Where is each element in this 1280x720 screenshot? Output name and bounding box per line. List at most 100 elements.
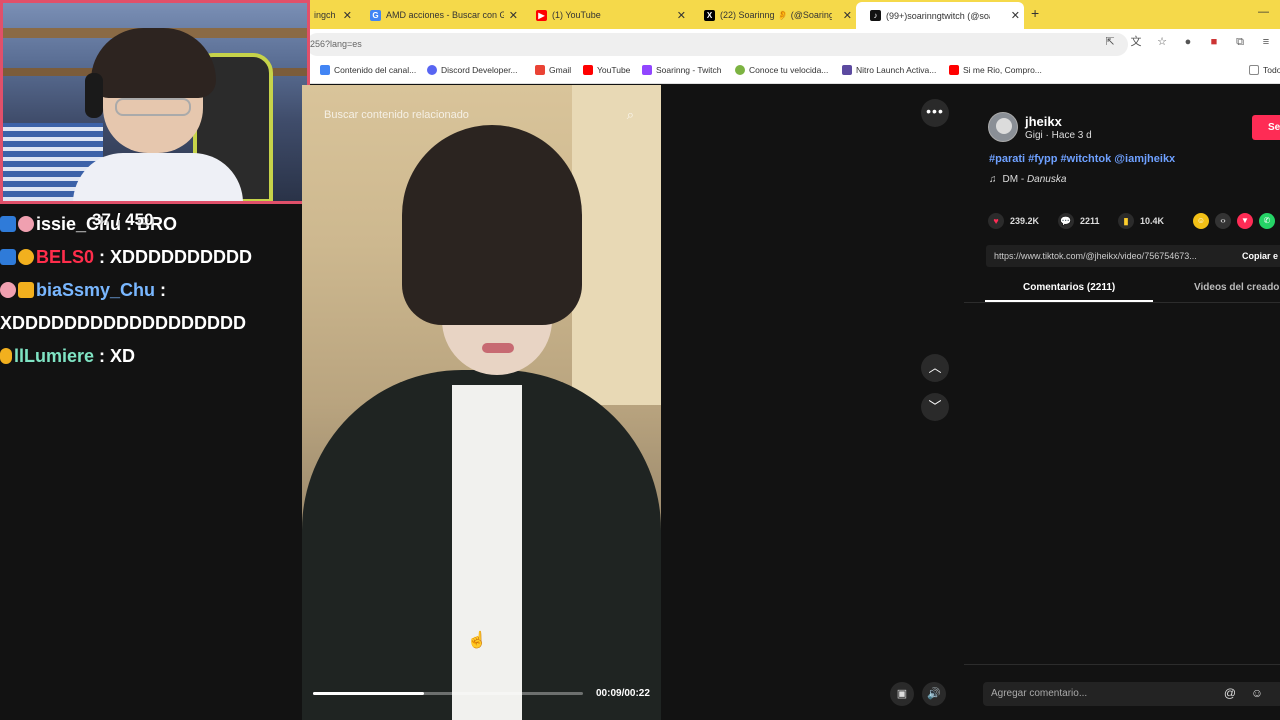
bits-badge-icon <box>18 249 34 265</box>
wall <box>572 85 661 405</box>
bookmark-label: Contenido del canal... <box>334 65 417 75</box>
bookmark-label: Gmail <box>549 65 572 75</box>
previous-video-button[interactable]: ︿ <box>921 354 949 382</box>
headset <box>85 73 103 118</box>
tab-label: (22) Soarinng 👂 (@Soaringch <box>720 9 832 20</box>
tab-close-icon[interactable]: ✕ <box>843 9 852 22</box>
tab-label: ingch <box>314 10 336 20</box>
share-icon[interactable]: ☺ <box>1193 213 1209 229</box>
install-icon[interactable]: ⇱ <box>1104 36 1116 48</box>
url-field[interactable]: 256?lang=es <box>306 33 1128 56</box>
comment-input[interactable]: Agregar comentario... @ ☺ <box>983 682 1280 706</box>
bookmark-label: Nitro Launch Activa... <box>856 65 937 75</box>
video-progress-bar[interactable] <box>313 692 583 695</box>
volume-button[interactable]: 🔊 <box>922 682 946 706</box>
streamer-shirt <box>73 153 243 201</box>
related-search-input[interactable]: Buscar contenido relacionado ⌕ <box>314 106 644 128</box>
more-options-button[interactable]: ••• <box>921 99 949 127</box>
puzzle-icon[interactable]: ⧉ <box>1234 36 1246 48</box>
sub-badge-icon <box>0 282 16 298</box>
video-progress-fill <box>313 692 424 695</box>
video-shirt <box>452 385 522 720</box>
next-video-button[interactable]: ﹀ <box>921 393 949 421</box>
extension-icon[interactable]: ■ <box>1208 36 1220 48</box>
search-icon[interactable]: ⌕ <box>627 107 634 123</box>
chat-message: biaSsmy_Chu : <box>0 274 302 307</box>
minimize-icon[interactable]: — <box>1258 6 1269 18</box>
url-text: 256?lang=es <box>310 39 362 49</box>
record-icon[interactable]: ● <box>1182 36 1194 48</box>
screen: ingch ✕ G AMD acciones - Buscar con Go ✕… <box>0 0 1280 720</box>
browser-tab-active[interactable]: ♪ (99+)soarinngtwitch (@soa ✕ <box>856 2 1024 29</box>
chevron-down-icon: ﹀ <box>928 399 942 414</box>
x-icon: X <box>704 9 715 21</box>
music-info[interactable]: ♫ DM - Danuska <box>989 174 1066 185</box>
comment-placeholder: Agregar comentario... <box>991 688 1088 699</box>
chevron-up-icon: ︿ <box>928 360 942 375</box>
bookmark[interactable]: Conoce tu velocida... <box>735 65 828 75</box>
bookmark[interactable]: YouTube <box>583 65 630 75</box>
follow-button[interactable]: Se <box>1252 115 1280 140</box>
mention-icon[interactable]: @ <box>1223 686 1237 700</box>
tab-creator-videos[interactable]: Videos del creador <box>1194 282 1280 293</box>
browser-tab[interactable]: ▶ (1) YouTube ✕ <box>522 4 690 26</box>
chat-message: BELS0 : XDDDDDDDDDD <box>0 241 302 274</box>
comment-stat[interactable]: 💬 2211 <box>1058 213 1100 229</box>
video-hair <box>402 125 582 325</box>
avatar[interactable] <box>988 112 1018 142</box>
google-icon: G <box>370 9 381 21</box>
copy-link-button[interactable]: Copiar e <box>1242 251 1278 261</box>
discord-icon <box>427 65 437 75</box>
tab-label: (99+)soarinngtwitch (@soa <box>886 10 990 21</box>
embed-icon[interactable]: ‹› <box>1215 213 1231 229</box>
divider <box>964 302 1280 303</box>
bookmark[interactable]: Nitro Launch Activa... <box>842 65 936 75</box>
new-tab-icon[interactable]: + <box>1031 5 1039 21</box>
streamer-hair <box>91 28 216 98</box>
bookmark[interactable]: Discord Developer... <box>427 65 518 75</box>
star-icon[interactable]: ☆ <box>1156 36 1168 48</box>
bookmark-folder[interactable]: Todo <box>1249 65 1280 75</box>
chat-text: XDDDDDDDDDDDDDDDDDD <box>0 313 246 333</box>
share-link[interactable]: https://www.tiktok.com/@jheikx/video/756… <box>994 251 1230 261</box>
tab-close-icon[interactable]: ✕ <box>509 9 518 22</box>
browser-tab[interactable]: G AMD acciones - Buscar con Go ✕ <box>356 4 522 26</box>
like-stat[interactable]: ♥ 239.2K <box>988 213 1039 229</box>
tab-close-icon[interactable]: ✕ <box>343 9 352 22</box>
send-icon[interactable]: ▼ <box>1237 213 1253 229</box>
youtube-icon <box>583 65 593 75</box>
gmail-icon <box>535 65 545 75</box>
folder-icon <box>1249 65 1259 75</box>
video-lips <box>482 343 514 353</box>
save-count: 10.4K <box>1140 216 1165 226</box>
tiktok-icon: ♪ <box>870 10 881 21</box>
bookmark[interactable]: Soarinng - Twitch <box>642 65 722 75</box>
video-timecode: 00:09/00:22 <box>596 688 650 699</box>
emoji-icon[interactable]: ☺ <box>1250 686 1264 700</box>
google-icon <box>320 65 330 75</box>
whatsapp-icon[interactable]: ✆ <box>1259 213 1275 229</box>
tab-close-icon[interactable]: ✕ <box>1011 9 1020 22</box>
author-username[interactable]: jheikx <box>1025 114 1062 129</box>
save-stat[interactable]: ▮ 10.4K <box>1118 213 1164 229</box>
browser-tab[interactable]: X (22) Soarinng 👂 (@Soaringch ✕ <box>690 4 856 26</box>
menu-icon[interactable]: ≡ <box>1260 36 1272 48</box>
volume-icon: 🔊 <box>927 688 941 700</box>
tab-close-icon[interactable]: ✕ <box>677 9 686 22</box>
translate-icon[interactable]: 文 <box>1130 36 1142 48</box>
bookmark[interactable]: Si me Rio, Compro... <box>949 65 1042 75</box>
search-placeholder: Buscar contenido relacionado <box>324 109 469 121</box>
video-player[interactable]: Buscar contenido relacionado ⌕ 00:09/00:… <box>302 85 661 720</box>
chat-text: : <box>155 280 167 300</box>
bookmark[interactable]: Contenido del canal... <box>320 65 416 75</box>
pip-button[interactable]: ▣ <box>890 682 914 706</box>
stream-chat: issie_Chu : BRO BELS0 : XDDDDDDDDDD biaS… <box>0 208 302 373</box>
tab-comments[interactable]: Comentarios (2211) <box>1023 282 1115 293</box>
post-caption[interactable]: #parati #fypp #witchtok @iamjheikx <box>989 153 1175 165</box>
glasses <box>115 98 191 116</box>
comment-icon: 💬 <box>1058 213 1074 229</box>
comment-count: 2211 <box>1080 216 1100 226</box>
crown-icon <box>18 282 34 298</box>
bookmark[interactable]: Gmail <box>535 65 571 75</box>
webcam-overlay <box>0 0 310 204</box>
